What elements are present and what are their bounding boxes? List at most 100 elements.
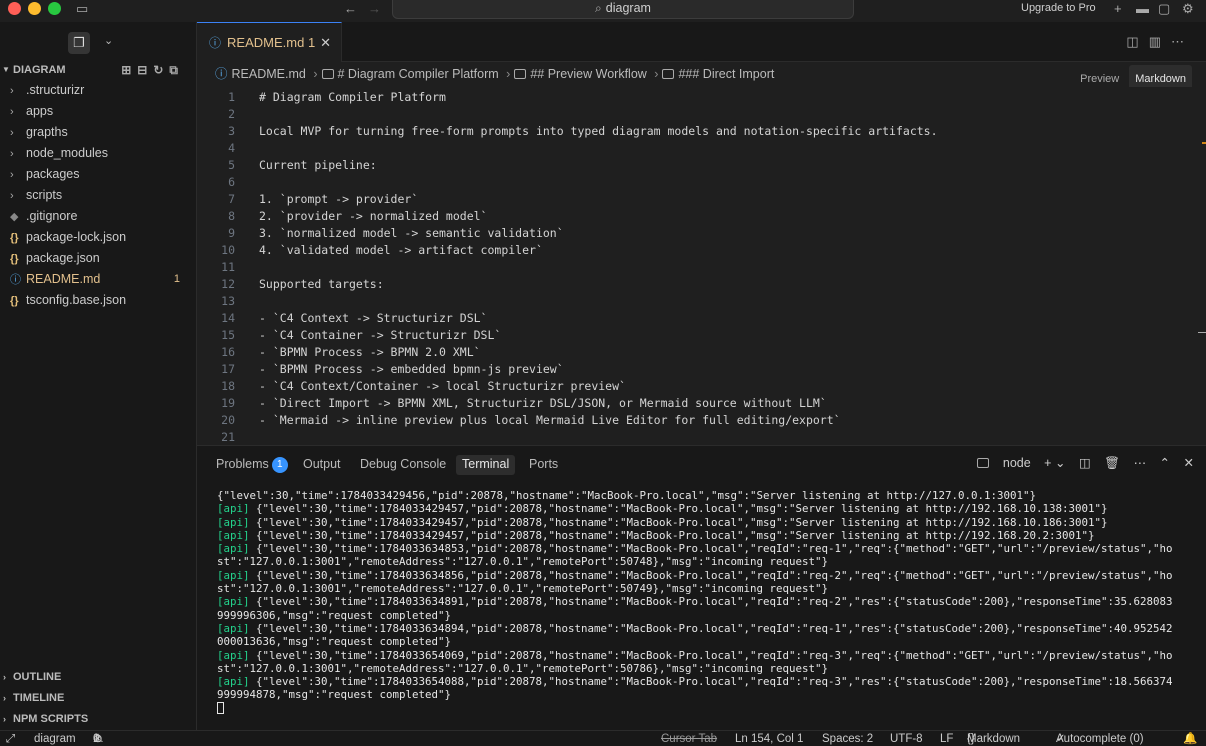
split-editor-icon[interactable]: ▥ — [1149, 34, 1171, 49]
tree-item-structurizr[interactable]: › .structurizr — [0, 80, 196, 101]
status-bar: ⤢ diagram ⊗ 0 ⚠ 1 Cursor Tab Ln 154, Col… — [0, 730, 1206, 746]
terminal-icon — [976, 458, 989, 468]
editor-actions: ◫▥⋯ — [1126, 34, 1194, 50]
terminal-shell-selector[interactable]: node — [967, 456, 1031, 470]
info-icon: ⓘ — [215, 67, 228, 81]
tree-item-apps[interactable]: › apps — [0, 101, 196, 122]
notifications-icon[interactable]: 🔔 — [1183, 731, 1197, 746]
forward-arrow-icon[interactable]: → — [368, 1, 381, 17]
encoding[interactable]: UTF-8 — [890, 731, 923, 746]
workspace-title: DIAGRAM — [13, 64, 66, 76]
tab-debug-console[interactable]: Debug Console — [360, 455, 446, 475]
tree-item-readme[interactable]: ⓘ README.md 1 — [0, 269, 196, 290]
tree-item-scripts[interactable]: › scripts — [0, 185, 196, 206]
chevron-right-icon: › — [3, 714, 6, 724]
cursor-tab-status[interactable]: Cursor Tab — [661, 731, 717, 746]
kill-terminal-icon[interactable]: 🗑 — [1104, 456, 1120, 470]
explorer-view-icon[interactable]: ❐ — [68, 32, 90, 54]
new-terminal-icon[interactable]: + ⌄ — [1044, 456, 1065, 470]
log-text: {"level":30,"time":1784033634894,"pid":2… — [249, 621, 1173, 635]
tree-item-package-json[interactable]: {} package.json — [0, 248, 196, 269]
code-line: 3 Local MVP for turning free-form prompts… — [197, 123, 1197, 140]
code-line: 4 — [197, 140, 1197, 157]
end-of-line[interactable]: LF — [940, 731, 953, 746]
new-file-icon[interactable]: ⊞ — [121, 63, 137, 77]
chevron-right-icon: › — [3, 672, 6, 682]
log-text: {"level":30,"time":1784033634853,"pid":2… — [249, 542, 1173, 556]
maximize-panel-icon[interactable]: ⌃ — [1160, 456, 1170, 470]
panel-tabs: Problems 1 Output Debug Console Terminal … — [197, 446, 1206, 480]
log-text: 999996306,"msg":"request completed"} — [217, 608, 452, 622]
code-line: 9 3. `normalized model -> semantic valida… — [197, 225, 1197, 242]
toggle-panel-icon[interactable]: ▬ — [1136, 1, 1149, 17]
terminal-line: st":"127.0.0.1:3001","remoteAddress":"12… — [217, 662, 1197, 675]
close-panel-icon[interactable]: ✕ — [1184, 456, 1194, 470]
line-text: Supported targets: — [259, 277, 384, 291]
outline-section[interactable]: › OUTLINE — [0, 667, 196, 688]
upgrade-button[interactable]: Upgrade to Pro — [1021, 2, 1096, 14]
info-icon: ⓘ — [209, 36, 222, 50]
line-number: 16 — [221, 345, 235, 359]
more-actions-icon[interactable]: ⋯ — [1134, 456, 1147, 470]
breadcrumb-h3[interactable]: ### Direct Import — [678, 67, 774, 81]
code-line: 20 - `Mermaid -> inline preview plus loca… — [197, 412, 1197, 429]
collapse-all-icon[interactable]: ⧉ — [169, 63, 184, 77]
maximize-window-button[interactable] — [48, 2, 61, 15]
toggle-sidebar-icon[interactable]: ▭ — [76, 1, 88, 17]
breadcrumb-h2[interactable]: ## Preview Workflow — [530, 67, 646, 81]
code-line: 17 - `BPMN Process -> embedded bpmn-js pr… — [197, 361, 1197, 378]
split-terminal-icon[interactable]: ◫ — [1079, 456, 1091, 470]
log-text: {"level":30,"time":1784033634891,"pid":2… — [249, 595, 1173, 609]
more-actions-icon[interactable]: ⋯ — [1171, 34, 1194, 49]
add-icon[interactable]: + — [1114, 1, 1122, 17]
settings-gear-icon[interactable]: ⚙ — [1182, 1, 1194, 17]
breadcrumb-h1[interactable]: # Diagram Compiler Platform — [338, 67, 499, 81]
line-number: 13 — [221, 294, 235, 308]
terminal-output[interactable]: {"level":30,"time":1784033429456,"pid":2… — [217, 489, 1197, 715]
minimize-window-button[interactable] — [28, 2, 41, 15]
chevron-right-icon: › — [10, 169, 14, 181]
terminal-line: [api] {"level":30,"time":1784033654069,"… — [217, 649, 1197, 662]
tree-item-gitignore[interactable]: ◆ .gitignore — [0, 206, 196, 227]
panel-actions: node + ⌄ ◫ 🗑 ⋯ ⌃ ✕ — [957, 455, 1194, 471]
workspace-section-header[interactable]: ▼ DIAGRAM ⊞⊟↻⧉ — [0, 62, 196, 78]
tab-terminal[interactable]: Terminal — [456, 455, 516, 475]
tree-item-node-modules[interactable]: › node_modules — [0, 143, 196, 164]
tree-item-grapths[interactable]: › grapths — [0, 122, 196, 143]
close-tab-icon[interactable]: ✕ — [320, 23, 331, 63]
command-center-search[interactable]: ⌕ diagram — [392, 0, 854, 19]
close-window-button[interactable] — [8, 2, 21, 15]
tab-ports[interactable]: Ports — [529, 455, 558, 475]
tree-item-packages[interactable]: › packages — [0, 164, 196, 185]
timeline-section[interactable]: › TIMELINE — [0, 688, 196, 709]
tree-item-package-lock[interactable]: {} package-lock.json — [0, 227, 196, 248]
tab-readme[interactable]: ⓘ README.md 1 ✕ — [197, 22, 342, 62]
workspace-name[interactable]: diagram — [34, 731, 76, 746]
code-editor[interactable]: 1 # Diagram Compiler Platform 2 3 Local MVP … — [197, 87, 1206, 445]
npm-scripts-section[interactable]: › NPM SCRIPTS — [0, 709, 196, 730]
terminal-line: [api] {"level":30,"time":1784033429457,"… — [217, 529, 1197, 542]
open-preview-icon[interactable]: ◫ — [1126, 34, 1148, 49]
tree-item-tsconfig[interactable]: {} tsconfig.base.json — [0, 290, 196, 311]
breadcrumb-file[interactable]: README.md — [232, 67, 306, 81]
remote-indicator-icon[interactable]: ⤢ — [6, 731, 15, 746]
new-folder-icon[interactable]: ⊟ — [137, 63, 153, 77]
log-text: st":"127.0.0.1:3001","remoteAddress":"12… — [217, 582, 829, 596]
json-file-icon: {} — [10, 253, 19, 265]
cursor-position[interactable]: Ln 154, Col 1 — [735, 731, 803, 746]
line-text: 2. `provider -> normalized model` — [259, 209, 488, 223]
tab-problems[interactable]: Problems 1 — [216, 455, 288, 475]
terminal-line: [api] {"level":30,"time":1784033429457,"… — [217, 502, 1197, 515]
indentation[interactable]: Spaces: 2 — [822, 731, 873, 746]
terminal-prompt[interactable] — [217, 701, 1197, 715]
line-number: 14 — [221, 311, 235, 325]
refresh-icon[interactable]: ↻ — [153, 63, 169, 77]
chat-icon[interactable]: ▢ — [1158, 1, 1170, 17]
line-text: - `BPMN Process -> BPMN 2.0 XML` — [259, 345, 481, 359]
back-arrow-icon[interactable]: ← — [344, 1, 357, 17]
scrollbar-thumb[interactable] — [1198, 332, 1206, 333]
code-line: 10 4. `validated model -> artifact compil… — [197, 242, 1197, 259]
line-text: - `C4 Container -> Structurizr DSL` — [259, 328, 502, 342]
tab-output[interactable]: Output — [303, 455, 341, 475]
chevron-down-icon[interactable]: ⌄ — [104, 34, 113, 47]
